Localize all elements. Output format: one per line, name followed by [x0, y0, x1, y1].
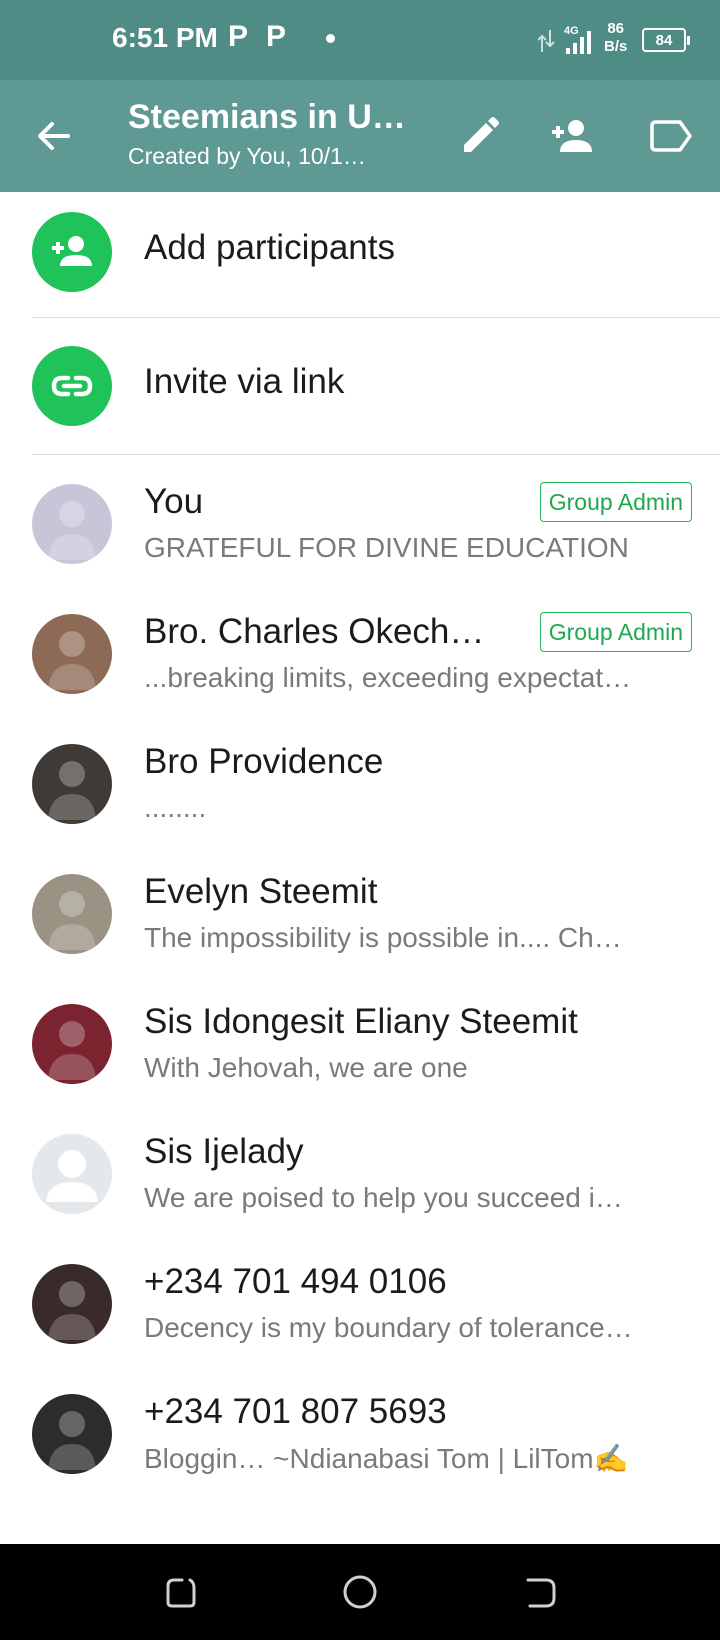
- network-speed: 86 B/s: [604, 20, 628, 55]
- add-participant-icon[interactable]: [548, 112, 596, 160]
- member-row[interactable]: Bro. Charles Okech… Group Admin ...breakin…: [0, 590, 720, 726]
- home-icon[interactable]: [340, 1572, 380, 1612]
- add-person-icon: [32, 212, 112, 292]
- member-row[interactable]: Sis Idongesit Eliany Steemit With Jehovah…: [0, 980, 720, 1116]
- group-title: Steemians in U…: [128, 98, 406, 136]
- battery-icon: 84: [642, 28, 690, 52]
- member-name: Bro. Charles Okech…: [144, 612, 485, 651]
- status-bar: 6:51 PM P P 4G 86 B/s 84: [0, 0, 720, 80]
- invite-via-link-row[interactable]: Invite via link: [0, 318, 720, 454]
- default-avatar-icon[interactable]: [32, 1134, 112, 1214]
- member-about: The impossibility is possible in.... Ch…: [144, 922, 622, 953]
- member-name: Bro Providence: [144, 742, 384, 781]
- member-name: Sis Ijelady: [144, 1132, 304, 1171]
- member-about: With Jehovah, we are one: [144, 1052, 468, 1083]
- label-tag-icon[interactable]: [646, 112, 694, 160]
- member-name: You: [144, 482, 204, 521]
- avatar[interactable]: [32, 1394, 112, 1474]
- member-about: Bloggin… ~Ndianabasi Tom | LilTom✍️: [144, 1443, 629, 1474]
- network-type: 4G: [564, 25, 579, 37]
- member-about: Decency is my boundary of tolerance…: [144, 1312, 633, 1343]
- member-row[interactable]: You Group Admin GRATEFUL FOR DIVINE EDUCAT…: [0, 460, 720, 596]
- group-admin-badge: Group Admin: [539, 482, 692, 522]
- add-participants-label: Add participants: [144, 228, 395, 267]
- link-icon: [32, 346, 112, 426]
- edit-pencil-icon[interactable]: [456, 112, 504, 160]
- member-about: GRATEFUL FOR DIVINE EDUCATION: [144, 532, 629, 563]
- member-about: ........: [144, 792, 207, 823]
- member-about: ...breaking limits, exceeding expectat…: [144, 662, 632, 693]
- status-time: 6:51 PM: [112, 22, 218, 53]
- member-name: Sis Idongesit Eliany Steemit: [144, 1002, 578, 1041]
- back-arrow-icon[interactable]: [30, 112, 78, 160]
- avatar[interactable]: [32, 484, 112, 564]
- member-row[interactable]: +234 701 807 5693 Bloggin… ~Ndianabasi To…: [0, 1370, 720, 1506]
- member-row[interactable]: Evelyn Steemit The impossibility is possi…: [0, 850, 720, 986]
- app-bar: Steemians in U… Created by You, 10/1…: [0, 80, 720, 192]
- avatar[interactable]: [32, 874, 112, 954]
- back-nav-icon[interactable]: [520, 1572, 560, 1612]
- signal-icon: 4G: [538, 25, 591, 54]
- notification-p-icon: P: [228, 20, 249, 53]
- avatar[interactable]: [32, 1264, 112, 1344]
- member-row[interactable]: Sis Ijelady We are poised to help you suc…: [0, 1110, 720, 1246]
- recent-apps-icon[interactable]: [160, 1572, 200, 1612]
- divider: [32, 454, 720, 455]
- member-name: +234 701 494 0106: [144, 1262, 447, 1301]
- member-row[interactable]: +234 701 494 0106 Decency is my boundary …: [0, 1240, 720, 1376]
- member-name: +234 701 807 5693: [144, 1392, 447, 1431]
- add-participants-row[interactable]: Add participants: [0, 184, 720, 320]
- system-navigation-bar: [0, 1544, 720, 1640]
- avatar[interactable]: [32, 744, 112, 824]
- battery-level: 84: [655, 31, 673, 49]
- avatar[interactable]: [32, 1004, 112, 1084]
- member-name: Evelyn Steemit: [144, 872, 378, 911]
- group-admin-badge: Group Admin: [539, 612, 692, 652]
- notification-p-icon: P: [266, 20, 287, 53]
- member-about: We are poised to help you succeed i…: [144, 1182, 623, 1213]
- member-row[interactable]: Bro Providence........: [0, 720, 720, 856]
- group-title-area[interactable]: Steemians in U… Created by You, 10/1…: [128, 98, 408, 170]
- more-notifications-dot: [326, 34, 335, 43]
- avatar[interactable]: [32, 614, 112, 694]
- invite-via-link-label: Invite via link: [144, 362, 345, 401]
- group-subtitle: Created by You, 10/1…: [128, 143, 366, 169]
